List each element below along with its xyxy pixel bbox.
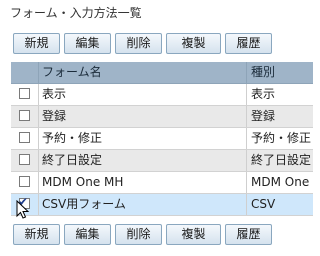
new-button[interactable]: 新規 [13, 33, 60, 54]
copy-button[interactable]: 複製 [166, 224, 221, 245]
edit-button[interactable]: 編集 [64, 33, 111, 54]
type-cell: 予約・修正 [251, 131, 312, 145]
type-cell: CSV [251, 197, 276, 211]
page-title: フォーム・入力方法一覧 [10, 6, 142, 20]
type-cell: 登録 [251, 109, 276, 123]
table-row[interactable]: 予約・修正 予約・修正 [11, 128, 313, 150]
row-checkbox[interactable] [19, 132, 30, 143]
table-row-selected[interactable]: ✔ CSV用フォーム CSV [11, 194, 313, 216]
table-row[interactable]: 終了日設定 終了日設定 [11, 150, 313, 172]
row-checkbox[interactable] [19, 110, 30, 121]
edit-button[interactable]: 編集 [64, 224, 111, 245]
column-header-type[interactable]: 種別 [248, 62, 313, 83]
table-row[interactable]: 表示 表示 [11, 84, 313, 106]
table-row[interactable]: 登録 登録 [11, 106, 313, 128]
copy-button[interactable]: 複製 [166, 33, 221, 54]
row-checkbox[interactable] [19, 176, 30, 187]
form-name-cell: 終了日設定 [39, 150, 247, 171]
history-button[interactable]: 履歴 [225, 224, 272, 245]
form-name-cell: 予約・修正 [39, 128, 247, 149]
form-name-cell: MDM One MH [39, 172, 247, 193]
table-row[interactable]: MDM One MH MDM One MH [11, 172, 313, 194]
type-cell: 終了日設定 [251, 153, 312, 167]
form-name-cell: 表示 [39, 84, 247, 105]
history-button[interactable]: 履歴 [225, 33, 272, 54]
form-name-cell: 登録 [39, 106, 247, 127]
type-cell: MDM One MH [251, 175, 313, 189]
table-header-row: フォーム名 種別 [11, 62, 313, 84]
row-checkbox[interactable] [19, 88, 30, 99]
form-list-table: フォーム名 種別 表示 表示 登録 登録 予約・修正 予約・修正 終了日設定 終… [11, 62, 313, 216]
new-button[interactable]: 新規 [13, 224, 60, 245]
column-header-form-name[interactable]: フォーム名 [39, 62, 247, 83]
delete-button[interactable]: 削除 [115, 224, 162, 245]
form-name-cell: CSV用フォーム [39, 194, 247, 215]
type-cell: 表示 [251, 87, 276, 101]
row-checkbox[interactable] [19, 154, 30, 165]
header-checkbox-column [11, 62, 39, 83]
delete-button[interactable]: 削除 [115, 33, 162, 54]
mouse-pointer-icon [16, 200, 30, 219]
